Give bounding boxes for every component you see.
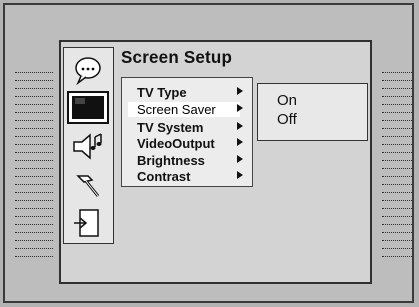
screen-setup-menu: TV Type Screen Saver TV System VideoOutp…: [121, 77, 253, 187]
chevron-right-icon: [237, 122, 243, 130]
menu-item-contrast[interactable]: Contrast: [137, 169, 190, 184]
option-off[interactable]: Off: [277, 111, 297, 128]
language-icon[interactable]: [70, 53, 106, 87]
option-on[interactable]: On: [277, 92, 297, 109]
screen-saver-submenu: On Off: [257, 83, 368, 141]
chevron-right-icon: [237, 155, 243, 163]
page-title: Screen Setup: [121, 47, 233, 68]
menu-item-tv-system[interactable]: TV System: [137, 120, 203, 135]
chevron-right-icon: [237, 171, 243, 179]
tools-icon[interactable]: [70, 168, 106, 202]
decorative-lines-left: [15, 72, 53, 262]
audio-icon[interactable]: [70, 130, 106, 164]
tv-screen-icon[interactable]: [65, 88, 113, 128]
setup-icon-bar: [63, 47, 114, 244]
menu-item-video-output[interactable]: VideoOutput: [137, 136, 215, 151]
chevron-right-icon: [237, 138, 243, 146]
chevron-right-icon: [237, 87, 243, 95]
menu-item-screen-saver[interactable]: Screen Saver: [128, 102, 240, 117]
menu-item-tv-type[interactable]: TV Type: [137, 85, 187, 100]
exit-icon[interactable]: [70, 206, 106, 240]
decorative-lines-right: [382, 72, 412, 262]
chevron-right-icon: [237, 104, 243, 112]
menu-item-brightness[interactable]: Brightness: [137, 153, 205, 168]
